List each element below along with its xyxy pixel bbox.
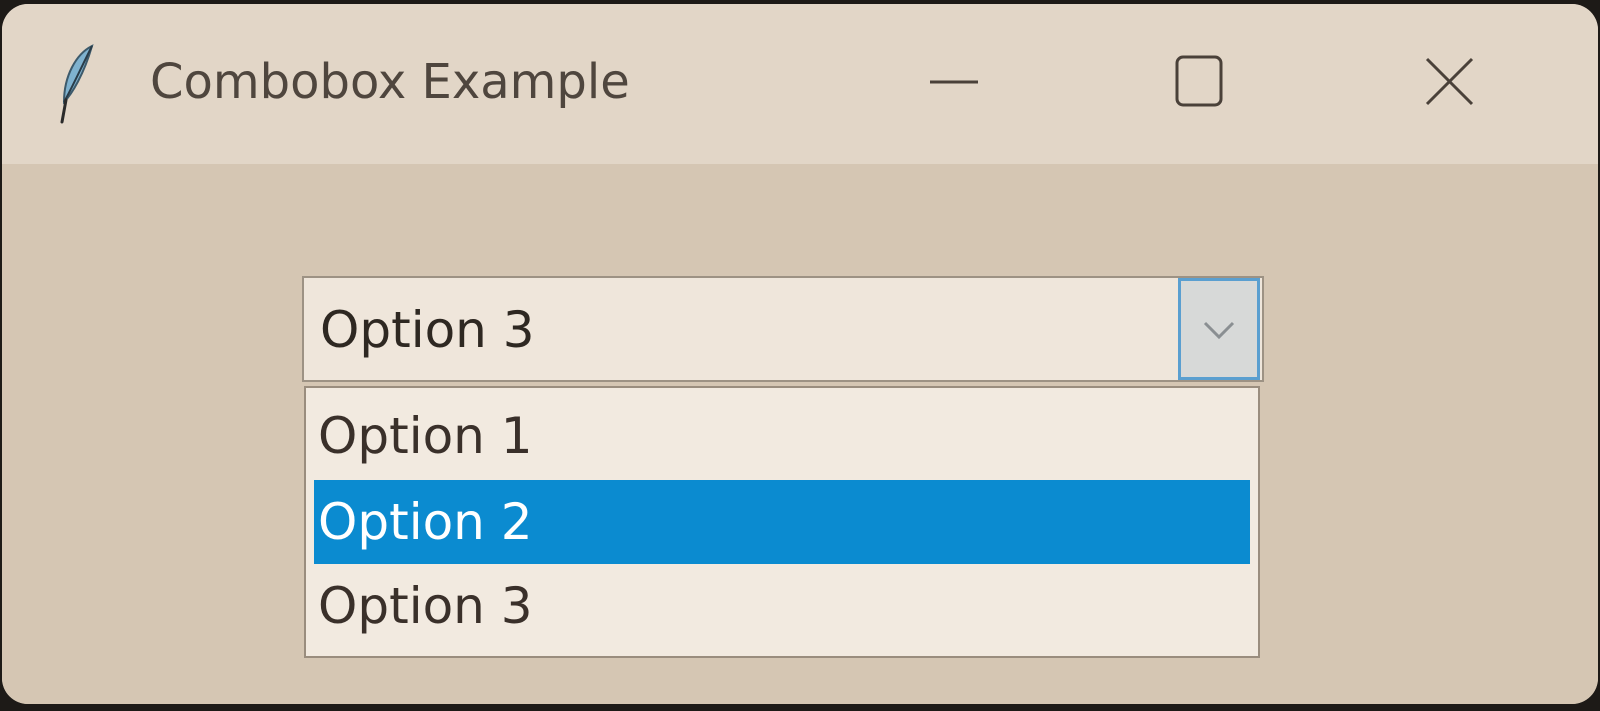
combobox-value[interactable]: Option 3 (320, 292, 535, 368)
dropdown-option-1[interactable]: Option 1 (314, 394, 1250, 478)
title-bar[interactable]: Combobox Example (2, 4, 1598, 164)
minimize-icon (930, 80, 978, 84)
feather-icon (54, 40, 100, 128)
combobox[interactable]: Option 3 (302, 276, 1264, 382)
dropdown-option-2[interactable]: Option 2 (314, 480, 1250, 564)
minimize-button[interactable] (904, 34, 1004, 130)
window-title: Combobox Example (150, 54, 630, 110)
combobox-dropdown-list: Option 1 Option 2 Option 3 (304, 386, 1260, 658)
maximize-icon (1175, 55, 1223, 107)
app-window: Combobox Example Option 3 Option 1 Optio… (2, 4, 1598, 704)
combobox-dropdown-button[interactable] (1178, 278, 1260, 380)
maximize-button[interactable] (1150, 34, 1250, 130)
close-button[interactable] (1402, 34, 1502, 130)
close-icon (1425, 57, 1474, 106)
chevron-down-icon (1203, 321, 1235, 340)
dropdown-option-3[interactable]: Option 3 (314, 564, 1250, 648)
